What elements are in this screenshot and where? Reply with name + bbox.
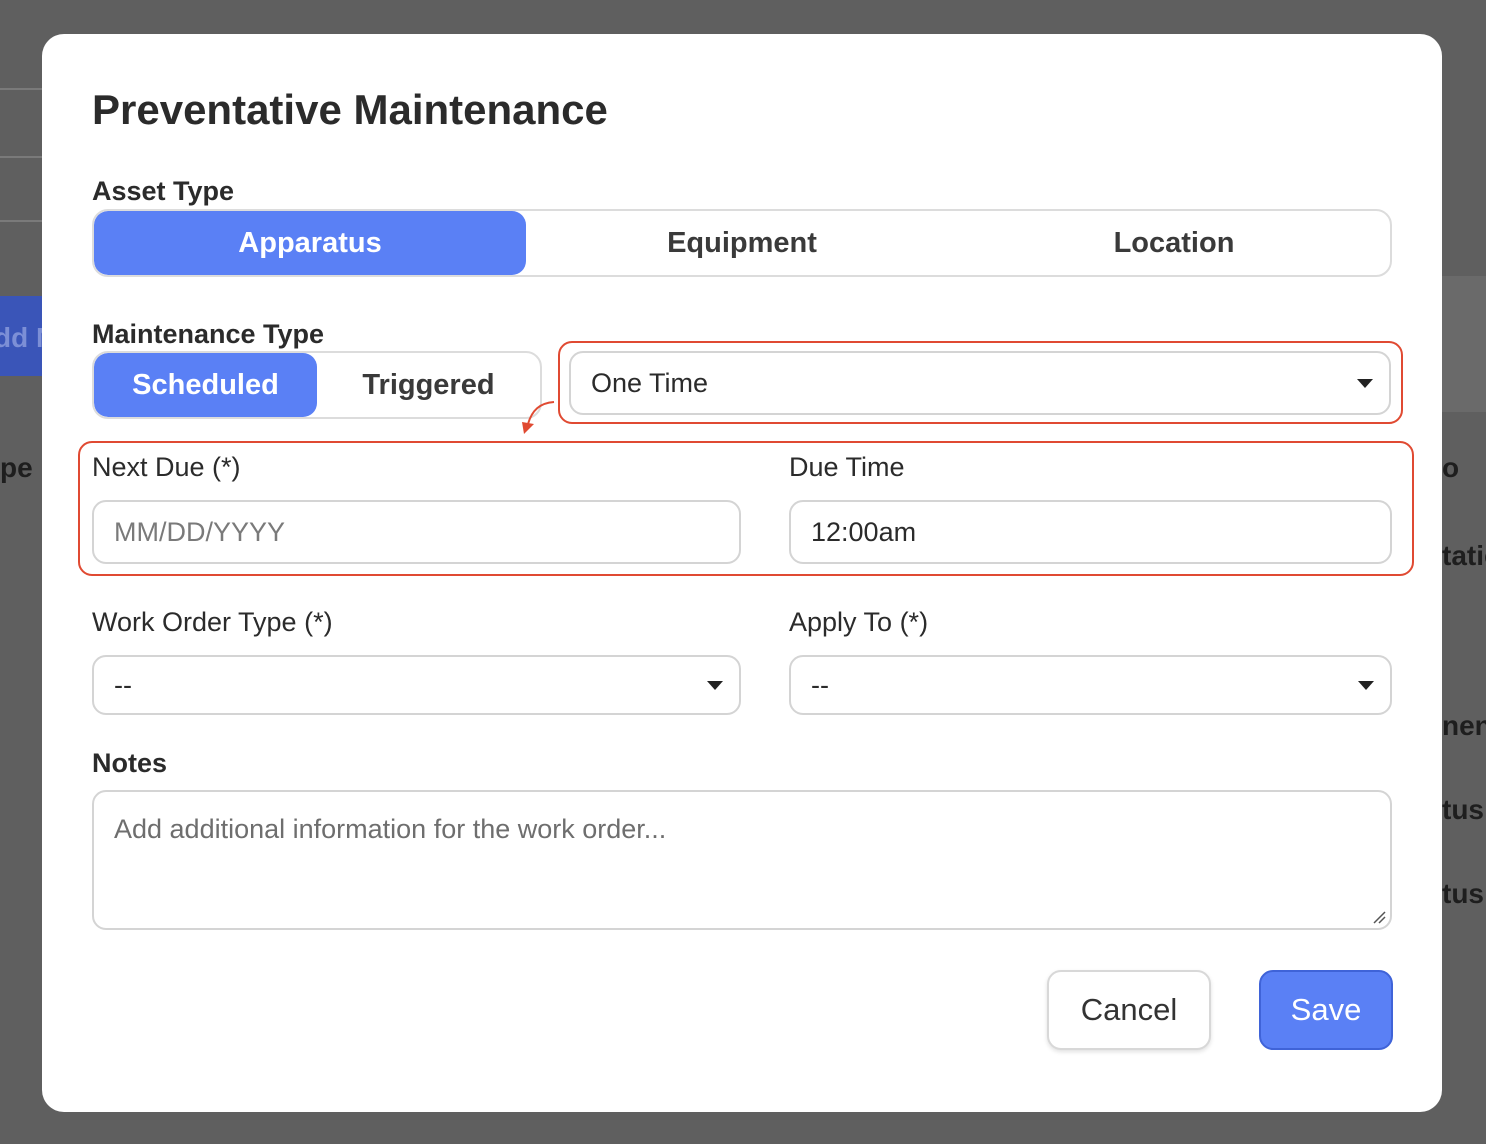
bg-divider (0, 88, 42, 90)
asset-type-location[interactable]: Location (958, 211, 1390, 275)
work-order-type-value: -- (114, 669, 132, 700)
maintenance-type-triggered[interactable]: Triggered (317, 353, 540, 417)
chevron-down-icon (707, 681, 723, 690)
maintenance-modal: Preventative Maintenance Asset Type Appa… (42, 34, 1442, 1112)
bg-cell: nen (1442, 710, 1486, 741)
notes-label: Notes (92, 748, 168, 778)
resize-handle-icon[interactable] (1372, 910, 1386, 924)
due-time-label: Due Time (789, 452, 905, 482)
bg-cell: tus (1442, 878, 1484, 909)
cancel-button[interactable]: Cancel (1047, 970, 1211, 1050)
maintenance-type-scheduled[interactable]: Scheduled (94, 353, 317, 417)
asset-type-label: Asset Type (92, 176, 235, 206)
bg-divider (0, 220, 42, 222)
frequency-select[interactable]: One Time (569, 351, 1391, 415)
notes-placeholder: Add additional information for the work … (114, 814, 667, 844)
next-due-input[interactable]: MM/DD/YYYY (92, 500, 741, 564)
notes-textarea[interactable]: Add additional information for the work … (92, 790, 1392, 930)
modal-title: Preventative Maintenance (92, 86, 608, 133)
save-button[interactable]: Save (1259, 970, 1393, 1050)
frequency-select-value: One Time (591, 367, 709, 398)
apply-to-label: Apply To (*) (789, 607, 929, 637)
bg-cell: tus (1442, 794, 1484, 825)
chevron-down-icon (1357, 379, 1373, 388)
apply-to-value: -- (811, 669, 829, 700)
bg-column-header: o (1442, 452, 1460, 483)
bg-panel (1442, 276, 1486, 412)
asset-type-apparatus[interactable]: Apparatus (94, 211, 526, 275)
apply-to-select[interactable]: -- (789, 655, 1392, 715)
bg-column-header: pe (0, 452, 33, 483)
chevron-down-icon (1358, 681, 1374, 690)
annotation-arrow-icon (522, 401, 555, 434)
maintenance-type-segmented: Scheduled Triggered (92, 351, 542, 419)
asset-type-equipment[interactable]: Equipment (526, 211, 958, 275)
bg-cell: tatio (1442, 540, 1486, 571)
work-order-type-label: Work Order Type (*) (92, 607, 333, 637)
due-time-input[interactable]: 12:00am (789, 500, 1392, 564)
bg-divider (0, 156, 42, 158)
asset-type-segmented: Apparatus Equipment Location (92, 209, 1392, 277)
next-due-label: Next Due (*) (92, 452, 241, 482)
maintenance-type-label: Maintenance Type (92, 319, 325, 349)
work-order-type-select[interactable]: -- (92, 655, 741, 715)
